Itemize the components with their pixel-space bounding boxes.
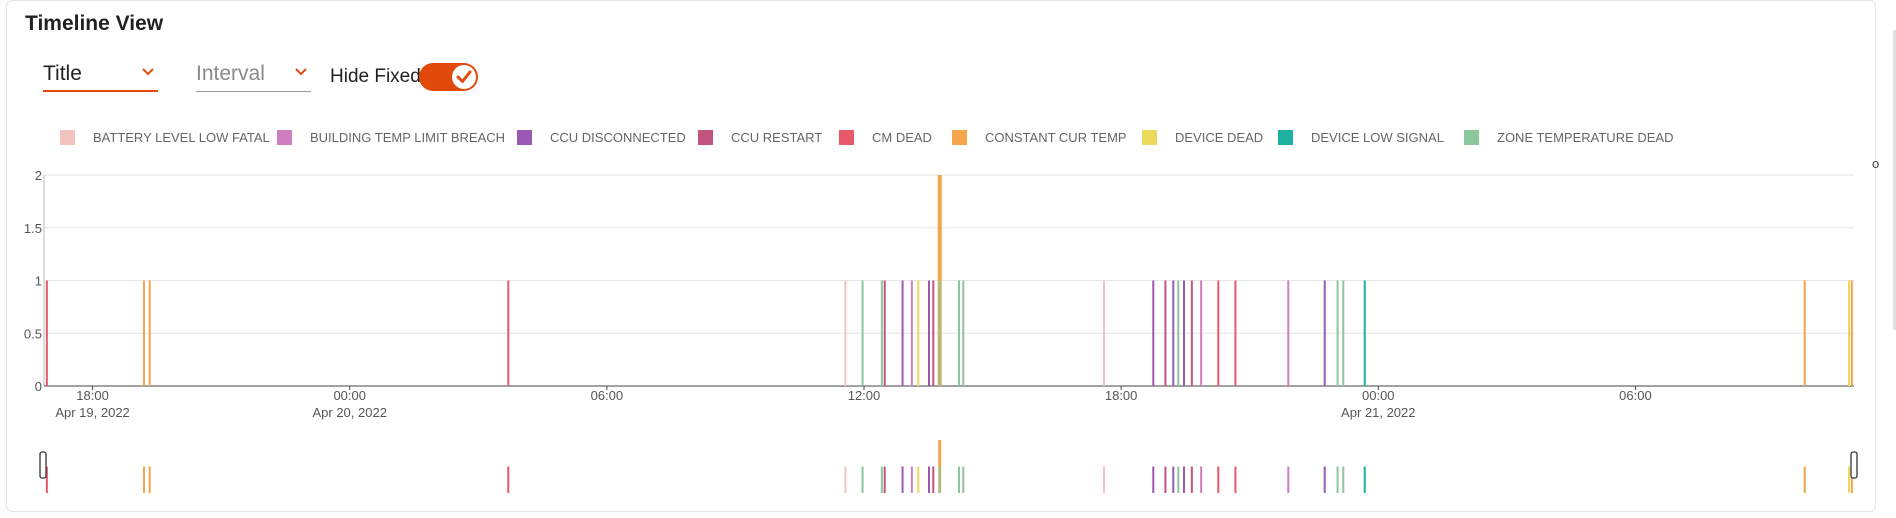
interval-select[interactable]: Interval (196, 58, 311, 92)
legend-swatch (1464, 130, 1479, 145)
legend-swatch (952, 130, 967, 145)
title-select[interactable]: Title (43, 58, 158, 92)
title-select-value: Title (43, 62, 82, 85)
hide-fixed-label: Hide Fixed (330, 66, 421, 87)
chevron-down-icon (142, 64, 154, 82)
check-icon (456, 70, 472, 83)
legend-swatch (277, 130, 292, 145)
chevron-down-icon (295, 64, 307, 82)
legend-label: DEVICE DEAD (1175, 130, 1264, 145)
legend-label: CCU DISCONNECTED (550, 130, 686, 145)
legend-label: DEVICE LOW SIGNAL (1311, 130, 1444, 145)
page-title: Timeline View (25, 12, 164, 35)
legend-swatch (517, 130, 532, 145)
hide-fixed-toggle[interactable] (419, 63, 478, 91)
legend-label: BATTERY LEVEL LOW FATAL (93, 130, 270, 145)
interval-select-placeholder: Interval (196, 62, 265, 85)
right-edge-glyph: o (1872, 156, 1880, 171)
legend-label: CONSTANT CUR TEMP (985, 130, 1127, 145)
legend-label: ZONE TEMPERATURE DEAD (1497, 130, 1674, 145)
legend-label: CCU RESTART (731, 130, 823, 145)
legend-swatch (60, 130, 75, 145)
legend-label: CM DEAD (872, 130, 932, 145)
legend-swatch (1142, 130, 1157, 145)
legend-swatch (1278, 130, 1293, 145)
toggle-knob (452, 65, 476, 89)
legend-label: BUILDING TEMP LIMIT BREACH (310, 130, 506, 145)
legend-swatch (839, 130, 854, 145)
legend-swatch (698, 130, 713, 145)
